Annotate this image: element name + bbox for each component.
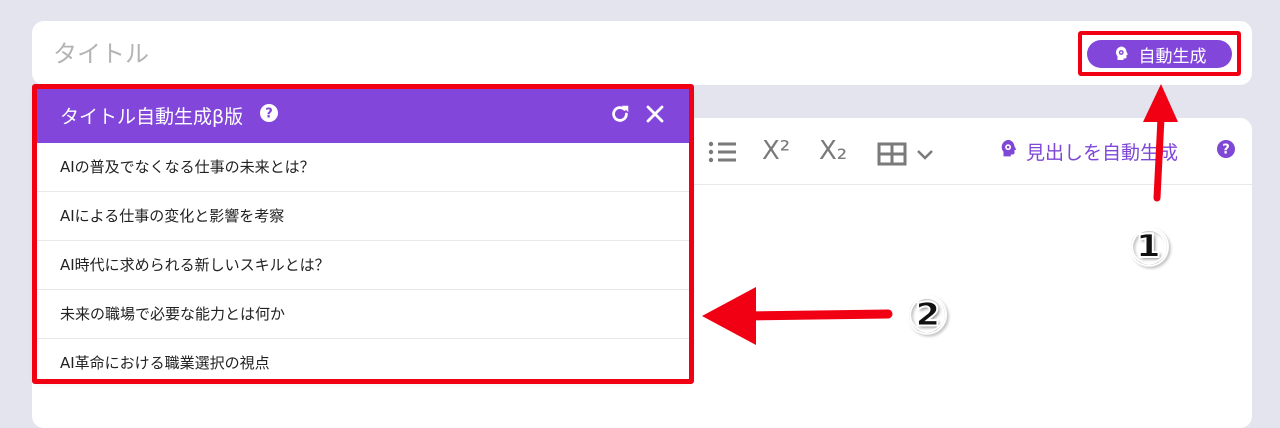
popup-actions [609, 103, 665, 130]
title-input[interactable] [51, 35, 955, 73]
annotation-marker-2: ② [904, 286, 950, 346]
suggestion-item[interactable]: 未来の職場で必要な能力とは何か [36, 290, 689, 339]
suggestion-item[interactable]: AI革命における職業選択の視点 [36, 339, 689, 387]
svg-text:?: ? [265, 107, 273, 122]
suggestion-item[interactable]: AIによる仕事の変化と影響を考察 [36, 192, 689, 241]
head-lightbulb-icon [998, 138, 1020, 165]
popup-title: タイトル自動生成β版 [60, 106, 244, 128]
chevron-down-icon[interactable] [916, 146, 934, 165]
refresh-icon[interactable] [609, 103, 631, 130]
close-icon[interactable] [645, 104, 665, 129]
title-suggestion-popup: タイトル自動生成β版 ? AIの普及でなくなる仕事の未来とは？ AIによる仕事の… [36, 88, 689, 379]
heading-generate-label: 見出しを自動生成 [1026, 141, 1179, 164]
svg-text:?: ? [1222, 143, 1230, 158]
heading-generate-button[interactable]: 見出しを自動生成 [998, 138, 1178, 164]
bullet-list-icon[interactable] [708, 140, 738, 168]
suggestion-item[interactable]: AIの普及でなくなる仕事の未来とは？ [36, 143, 689, 192]
table-icon[interactable] [877, 142, 907, 170]
title-bar: 自動生成 [32, 21, 1252, 85]
suggestion-item[interactable]: AI時代に求められる新しいスキルとは？ [36, 241, 689, 290]
popup-header: タイトル自動生成β版 ? [36, 88, 689, 143]
subscript-icon[interactable]: X₂ [819, 136, 847, 166]
help-icon[interactable]: ? [259, 103, 279, 128]
suggestion-list: AIの普及でなくなる仕事の未来とは？ AIによる仕事の変化と影響を考察 AI時代… [36, 143, 689, 387]
highlight-box-auto-generate [1078, 31, 1241, 76]
help-icon[interactable]: ? [1216, 139, 1236, 163]
annotation-marker-1: ① [1126, 218, 1172, 278]
superscript-icon[interactable]: X² [762, 136, 790, 166]
